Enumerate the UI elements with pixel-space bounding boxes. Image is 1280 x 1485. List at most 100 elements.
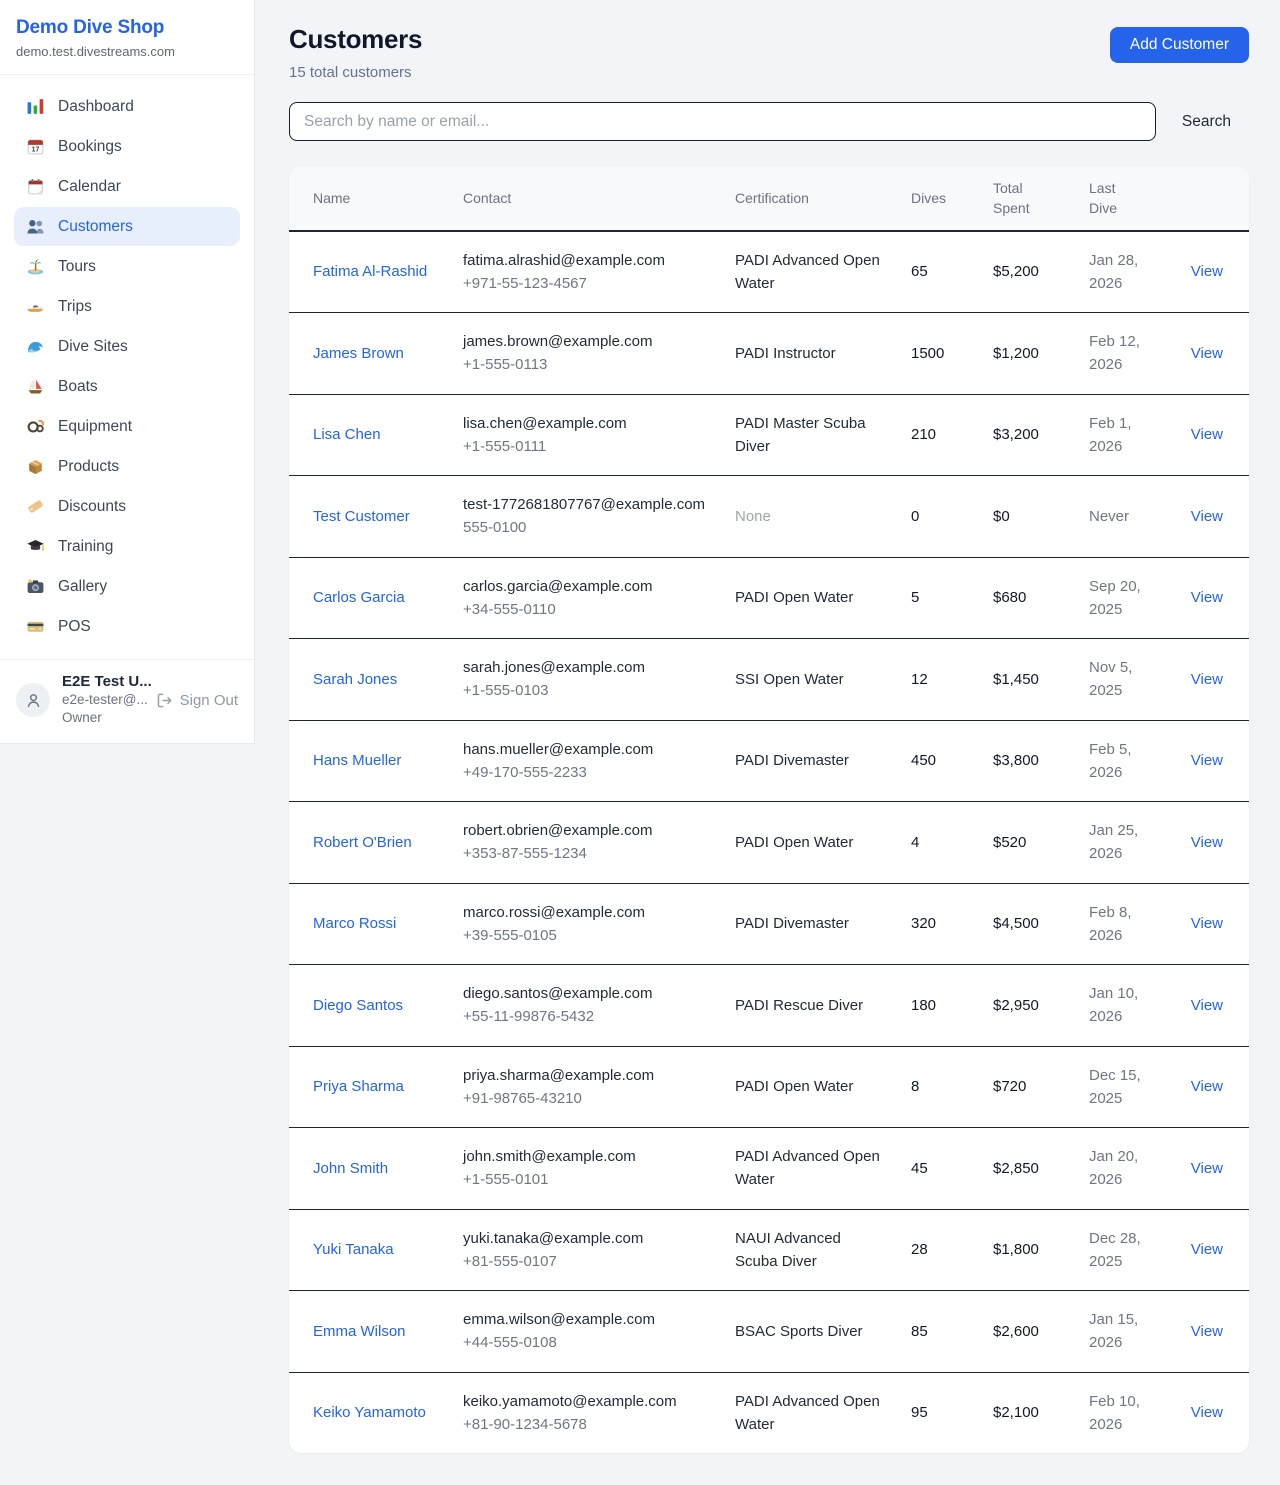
page-title: Customers [289, 24, 422, 55]
customer-phone: +81-90-1234-5678 [463, 1413, 711, 1436]
sidebar-item-dive-sites[interactable]: Dive Sites [14, 327, 240, 366]
customer-name-link[interactable]: Test Customer [313, 508, 410, 525]
customer-certification: PADI Advanced Open Water [723, 1372, 899, 1453]
customer-dives: 85 [899, 1291, 981, 1373]
table-row: Emma Wilson emma.wilson@example.com+44-5… [289, 1291, 1249, 1373]
view-link[interactable]: View [1191, 345, 1223, 362]
customer-name-link[interactable]: Marco Rossi [313, 915, 396, 932]
customer-name-link[interactable]: Carlos Garcia [313, 589, 405, 606]
customer-name-link[interactable]: Hans Mueller [313, 752, 401, 769]
sidebar-item-training[interactable]: Training [14, 527, 240, 566]
sidebar-item-label: Boats [58, 378, 98, 396]
sidebar-item-bookings[interactable]: 17 Bookings [14, 127, 240, 166]
customer-certification: NAUI Advanced Scuba Diver [723, 1209, 899, 1291]
sidebar-item-discounts[interactable]: Discounts [14, 487, 240, 526]
sidebar-item-tours[interactable]: Tours [14, 247, 240, 286]
sidebar-item-label: Equipment [58, 418, 132, 436]
sidebar-user-section: E2E Test U... e2e-tester@... Owner Sign … [0, 659, 254, 743]
sidebar-item-equipment[interactable]: Equipment [14, 407, 240, 446]
sidebar-item-dashboard[interactable]: Dashboard [14, 87, 240, 126]
view-link[interactable]: View [1191, 1323, 1223, 1340]
customer-email: diego.santos@example.com [463, 982, 711, 1005]
customer-total-spent: $2,100 [981, 1372, 1077, 1453]
view-link[interactable]: View [1191, 1404, 1223, 1421]
sidebar-item-products[interactable]: Products [14, 447, 240, 486]
customer-email: test-1772681807767@example.com [463, 493, 711, 516]
view-link[interactable]: View [1191, 915, 1223, 932]
sidebar-item-customers[interactable]: Customers [14, 207, 240, 246]
view-link[interactable]: View [1191, 1160, 1223, 1177]
view-link[interactable]: View [1191, 589, 1223, 606]
search-input[interactable] [289, 102, 1156, 141]
customer-name-link[interactable]: Fatima Al-Rashid [313, 263, 427, 280]
customer-email: priya.sharma@example.com [463, 1064, 711, 1087]
sign-out-button[interactable]: Sign Out [156, 692, 238, 709]
customer-last-dive: Feb 5, 2026 [1077, 720, 1177, 802]
table-row: Robert O'Brien robert.obrien@example.com… [289, 802, 1249, 884]
sidebar-item-trips[interactable]: Trips [14, 287, 240, 326]
view-link[interactable]: View [1191, 1078, 1223, 1095]
sidebar-nav: Dashboard 17 Bookings Calendar Customers [0, 75, 254, 659]
customer-phone: +971-55-123-4567 [463, 272, 711, 295]
customer-total-spent: $2,600 [981, 1291, 1077, 1373]
title-block: Customers 15 total customers [289, 24, 422, 81]
sidebar-item-calendar[interactable]: Calendar [14, 167, 240, 206]
customer-phone: +55-11-99876-5432 [463, 1005, 711, 1028]
search-button[interactable]: Search [1164, 105, 1249, 139]
table-row: Sarah Jones sarah.jones@example.com+1-55… [289, 639, 1249, 721]
app-screen: Demo Dive Shop demo.test.divestreams.com… [0, 0, 1280, 1485]
customer-certification: PADI Advanced Open Water [723, 1128, 899, 1210]
table-row: Hans Mueller hans.mueller@example.com+49… [289, 720, 1249, 802]
customer-email: marco.rossi@example.com [463, 901, 711, 924]
user-role: Owner [62, 710, 102, 725]
bar-chart-icon [26, 97, 45, 116]
sidebar-item-gallery[interactable]: Gallery [14, 567, 240, 606]
sidebar-item-pos[interactable]: POS [14, 607, 240, 646]
shop-domain: demo.test.divestreams.com [16, 44, 238, 59]
customer-name-link[interactable]: Robert O'Brien [313, 834, 412, 851]
customer-certification: PADI Open Water [723, 557, 899, 639]
customer-phone: +81-555-0107 [463, 1250, 711, 1273]
customer-name-link[interactable]: Keiko Yamamoto [313, 1404, 426, 1421]
customer-name-link[interactable]: James Brown [313, 345, 404, 362]
customer-name-link[interactable]: Lisa Chen [313, 426, 381, 443]
add-customer-button[interactable]: Add Customer [1110, 27, 1249, 63]
sidebar-item-label: Discounts [58, 498, 126, 516]
customers-table: Name Contact Certification Dives Total S… [289, 167, 1249, 1453]
view-link[interactable]: View [1191, 426, 1223, 443]
customer-last-dive: Feb 8, 2026 [1077, 883, 1177, 965]
customer-name-link[interactable]: Diego Santos [313, 997, 403, 1014]
view-link[interactable]: View [1191, 263, 1223, 280]
customer-name-link[interactable]: Sarah Jones [313, 671, 397, 688]
customer-email: robert.obrien@example.com [463, 819, 711, 842]
customer-phone: +49-170-555-2233 [463, 761, 711, 784]
view-link[interactable]: View [1191, 834, 1223, 851]
view-link[interactable]: View [1191, 752, 1223, 769]
wave-icon [26, 337, 45, 356]
customer-phone: +1-555-0103 [463, 679, 711, 702]
sidebar-item-label: Tours [58, 258, 96, 276]
table-row: Diego Santos diego.santos@example.com+55… [289, 965, 1249, 1047]
view-link[interactable]: View [1191, 671, 1223, 688]
customer-name-link[interactable]: Priya Sharma [313, 1078, 404, 1095]
customer-total-spent: $5,200 [981, 231, 1077, 313]
customer-name-link[interactable]: Yuki Tanaka [313, 1241, 394, 1258]
customer-name-link[interactable]: Emma Wilson [313, 1323, 406, 1340]
sign-out-icon [156, 692, 173, 709]
user-name: E2E Test U... [62, 673, 152, 690]
customer-last-dive: Feb 1, 2026 [1077, 394, 1177, 476]
customer-certification: PADI Divemaster [723, 883, 899, 965]
customer-last-dive: Jan 20, 2026 [1077, 1128, 1177, 1210]
customer-total-spent: $720 [981, 1046, 1077, 1128]
view-link[interactable]: View [1191, 508, 1223, 525]
sidebar-item-boats[interactable]: Boats [14, 367, 240, 406]
customer-last-dive: Jan 15, 2026 [1077, 1291, 1177, 1373]
customer-email: lisa.chen@example.com [463, 412, 711, 435]
column-header-contact: Contact [451, 167, 723, 231]
sidebar-item-label: Dive Sites [58, 338, 128, 356]
customer-name-link[interactable]: John Smith [313, 1160, 388, 1177]
view-link[interactable]: View [1191, 997, 1223, 1014]
view-link[interactable]: View [1191, 1241, 1223, 1258]
island-icon [26, 257, 45, 276]
table-row: Marco Rossi marco.rossi@example.com+39-5… [289, 883, 1249, 965]
